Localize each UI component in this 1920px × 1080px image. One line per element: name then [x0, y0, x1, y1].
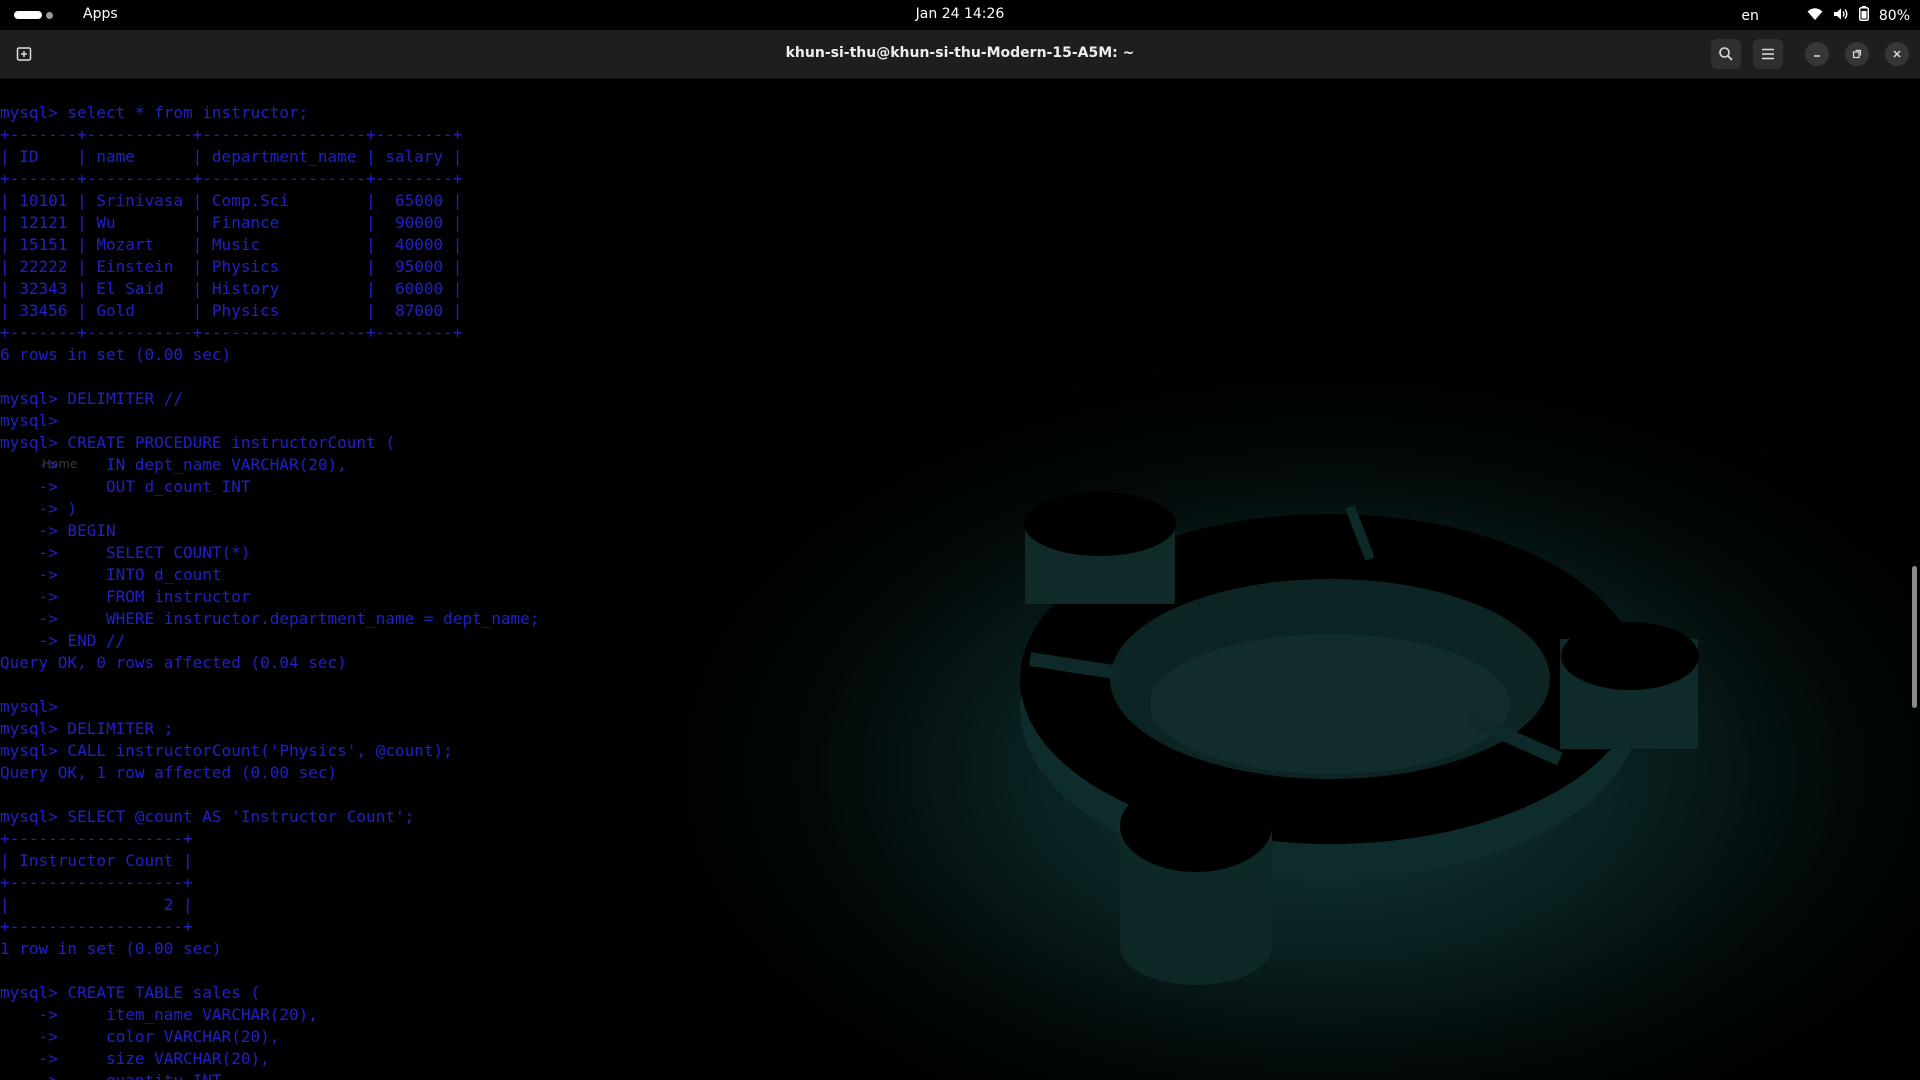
- terminal-line: | 15151 | Mozart | Music | 40000 |: [0, 235, 463, 254]
- system-tray[interactable]: en 80%: [1741, 6, 1910, 25]
- terminal-line: -> OUT d_count INT: [0, 477, 251, 496]
- clock[interactable]: Jan 24 14:26: [916, 6, 1005, 22]
- terminal-line: -> ): [0, 499, 78, 518]
- volume-icon[interactable]: [1833, 7, 1849, 25]
- terminal-line: mysql> DELIMITER //: [0, 389, 184, 408]
- scrollbar-thumb[interactable]: [1912, 566, 1917, 708]
- terminal-line: | 33456 | Gold | Physics | 87000 |: [0, 301, 463, 320]
- terminal-line: mysql> CREATE PROCEDURE instructorCount …: [0, 433, 395, 452]
- terminal-line: -> color VARCHAR(20),: [0, 1027, 280, 1046]
- workspace-active-pill: [14, 11, 42, 19]
- terminal-line: mysql>: [0, 697, 58, 716]
- new-tab-icon[interactable]: [9, 39, 39, 69]
- terminal-line: -> FROM instructor: [0, 587, 251, 606]
- terminal-line: -> item_name VARCHAR(20),: [0, 1005, 318, 1024]
- terminal-line: +-------+-----------+-----------------+-…: [0, 323, 463, 342]
- terminal-line: | 32343 | El Said | History | 60000 |: [0, 279, 463, 298]
- terminal-line: -> END //: [0, 631, 126, 650]
- terminal-line: | 12121 | Wu | Finance | 90000 |: [0, 213, 463, 232]
- activities-indicator-icon[interactable]: [14, 11, 53, 19]
- restore-icon[interactable]: [1845, 42, 1869, 66]
- terminal-line: Query OK, 1 row affected (0.00 sec): [0, 763, 338, 782]
- clock-container: Jan 24 14:26: [0, 6, 1920, 22]
- terminal-area[interactable]: Home mysql> select * from instructor; +--…: [0, 79, 1920, 1080]
- wifi-icon[interactable]: [1807, 7, 1823, 25]
- terminal-line: | Instructor Count |: [0, 851, 193, 870]
- terminal-line: -> IN dept_name VARCHAR(20),: [0, 455, 347, 474]
- terminal-line: -> INTO d_count: [0, 565, 222, 584]
- terminal-line: -> size VARCHAR(20),: [0, 1049, 270, 1068]
- terminal-line: | 22222 | Einstein | Physics | 95000 |: [0, 257, 463, 276]
- terminal-line: mysql>: [0, 411, 58, 430]
- terminal-line: -> SELECT COUNT(*): [0, 543, 251, 562]
- battery-percentage: 80%: [1878, 7, 1910, 24]
- terminal-line: -> WHERE instructor.department_name = de…: [0, 609, 540, 628]
- close-icon[interactable]: [1885, 42, 1909, 66]
- minimize-icon[interactable]: [1805, 42, 1829, 66]
- terminal-line: mysql> CALL instructorCount('Physics', @…: [0, 741, 453, 760]
- apps-button[interactable]: Apps: [83, 6, 118, 22]
- terminal-line: | 10101 | Srinivasa | Comp.Sci | 65000 |: [0, 191, 463, 210]
- terminal-line: | 2 |: [0, 895, 193, 914]
- terminal-line: +------------------+: [0, 917, 193, 936]
- terminal-line: -> quantity INT: [0, 1070, 539, 1080]
- window-title-container: khun-si-thu@khun-si-thu-Modern-15-A5M: ~: [0, 45, 1920, 61]
- terminal-line: | ID | name | department_name | salary |: [0, 147, 463, 166]
- terminal-line: +-------+-----------+-----------------+-…: [0, 125, 463, 144]
- terminal-line: mysql> DELIMITER ;: [0, 719, 174, 738]
- terminal-line: +-------+-----------+-----------------+-…: [0, 169, 463, 188]
- terminal-line: mysql> SELECT @count AS 'Instructor Coun…: [0, 807, 415, 826]
- terminal-line: mysql> select * from instructor;: [0, 103, 309, 122]
- terminal-line: -> BEGIN: [0, 521, 116, 540]
- terminal-output[interactable]: mysql> select * from instructor; +-------…: [0, 102, 539, 1080]
- workspace-dot: [46, 11, 53, 19]
- search-icon[interactable]: [1711, 39, 1741, 69]
- terminal-line: 6 rows in set (0.00 sec): [0, 345, 232, 364]
- language-indicator[interactable]: en: [1741, 8, 1759, 24]
- terminal-line: mysql> CREATE TABLE sales (: [0, 983, 261, 1002]
- terminal-header-bar[interactable]: khun-si-thu@khun-si-thu-Modern-15-A5M: ~: [0, 30, 1920, 79]
- terminal-line: Query OK, 0 rows affected (0.04 sec): [0, 653, 347, 672]
- terminal-line: 1 row in set (0.00 sec): [0, 939, 222, 958]
- top-bar: Apps Jan 24 14:26 en 80%: [0, 0, 1920, 30]
- menu-icon[interactable]: [1753, 39, 1783, 69]
- battery-icon[interactable]: [1858, 6, 1869, 25]
- window-title: khun-si-thu@khun-si-thu-Modern-15-A5M: ~: [785, 45, 1135, 61]
- terminal-line: +------------------+: [0, 829, 193, 848]
- terminal-line: +------------------+: [0, 873, 193, 892]
